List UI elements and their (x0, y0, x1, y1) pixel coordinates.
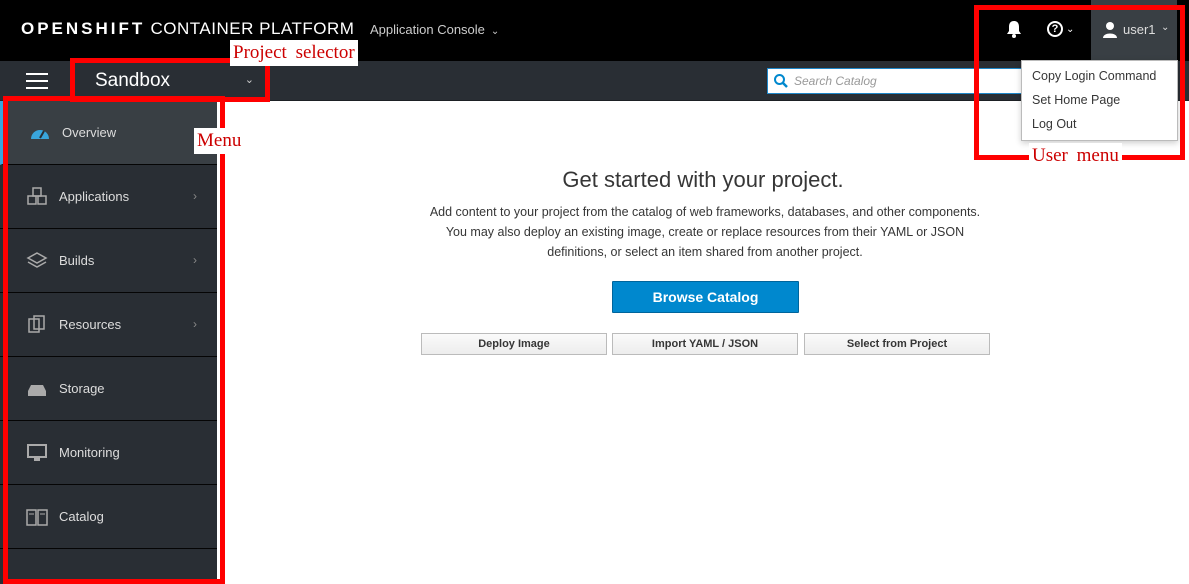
brand-rest: CONTAINER PLATFORM (150, 19, 355, 38)
app-console-switcher[interactable]: Application Console ⌄ (370, 22, 499, 37)
deploy-image-button[interactable]: Deploy Image (421, 333, 607, 355)
browse-catalog-button[interactable]: Browse Catalog (612, 281, 799, 313)
search-placeholder: Search Catalog (794, 74, 877, 88)
main-content: Get started with your project. Add conte… (217, 101, 1189, 584)
brand-bold: OPENSHIFT (21, 19, 146, 38)
page-description: Add content to your project from the cat… (429, 205, 981, 259)
annotation-box-user-menu (974, 5, 1185, 160)
import-yaml-json-button[interactable]: Import YAML / JSON (612, 333, 798, 355)
chevron-down-icon: ⌄ (490, 26, 500, 37)
annotation-label-user-menu: User menu (1029, 143, 1122, 169)
search-icon (774, 74, 788, 88)
annotation-box-menu (3, 96, 225, 584)
select-from-project-button[interactable]: Select from Project (804, 333, 990, 355)
app-console-label: Application Console (370, 22, 485, 37)
brand-logo[interactable]: OPENSHIFT CONTAINER PLATFORM (21, 19, 354, 39)
hamburger-icon[interactable] (26, 73, 48, 89)
annotation-label-project-selector: Project selector (230, 40, 358, 66)
page-title: Get started with your project. (562, 167, 844, 192)
annotation-label-menu: Menu (194, 128, 245, 154)
